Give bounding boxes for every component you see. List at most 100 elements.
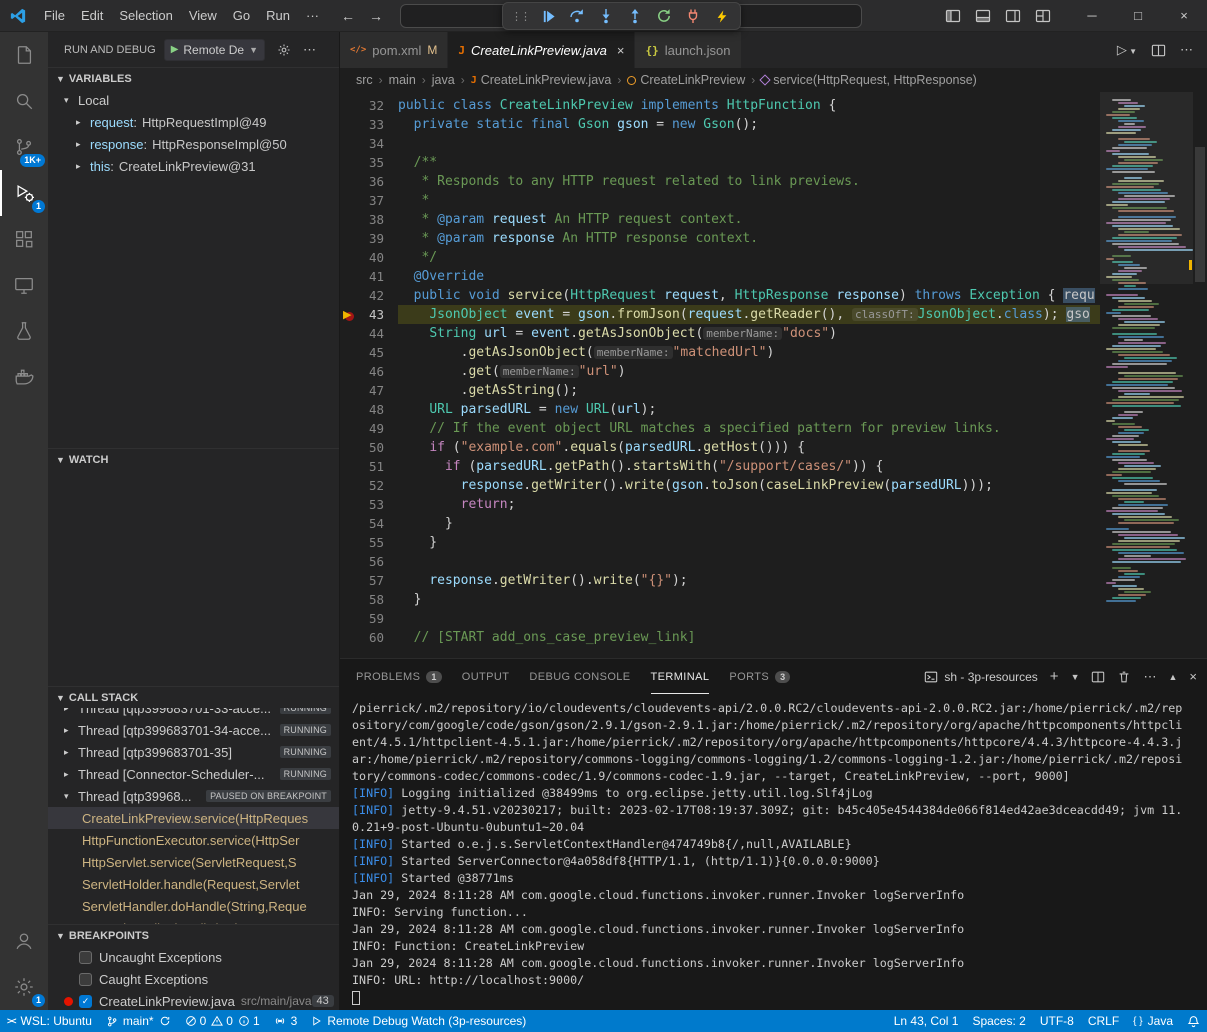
breakpoint-checkbox[interactable]: ✓ [79, 995, 92, 1008]
call-stack-frame[interactable]: HttpFunctionExecutor.service(HttpSer [48, 829, 339, 851]
debug-config-dropdown[interactable]: ▶ Remote De ▼ [164, 39, 265, 61]
gutter[interactable]: 51 [340, 459, 398, 474]
toggle-secondary-sidebar-icon[interactable] [1005, 8, 1021, 24]
gutter[interactable]: 44 [340, 326, 398, 341]
gutter[interactable]: 49 [340, 421, 398, 436]
breadcrumb-item[interactable]: CreateLinkPreview [627, 73, 745, 87]
cursor-position[interactable]: Ln 43, Col 1 [887, 1010, 966, 1032]
gutter[interactable]: 32 [340, 98, 398, 113]
variables-scope[interactable]: ▾Local [48, 89, 339, 111]
gutter[interactable]: 35 [340, 155, 398, 170]
code-line[interactable]: 38 * @param request An HTTP request cont… [340, 210, 1100, 229]
menu-run[interactable]: Run [258, 5, 298, 26]
code-line[interactable]: ▶43 JsonObject event = gson.fromJson(req… [340, 305, 1100, 324]
gutter[interactable]: 45 [340, 345, 398, 360]
menu-more[interactable]: ··· [298, 5, 327, 26]
kill-terminal-icon[interactable] [1117, 670, 1131, 684]
eol-status[interactable]: CRLF [1081, 1010, 1126, 1032]
gutter[interactable]: 33 [340, 117, 398, 132]
gutter[interactable]: 56 [340, 554, 398, 569]
call-stack-frame[interactable]: CreateLinkPreview.service(HttpReques [48, 807, 339, 829]
gutter[interactable]: 58 [340, 592, 398, 607]
panel-tab-terminal[interactable]: TERMINAL [651, 659, 710, 694]
activity-item-docker[interactable] [0, 354, 48, 400]
gutter[interactable]: 39 [340, 231, 398, 246]
terminal-output[interactable]: /pierrick/.m2/repository/io/cloudevents/… [340, 694, 1207, 1010]
variable-row[interactable]: ▸this:CreateLinkPreview@31 [48, 155, 339, 177]
activity-item-remote-explorer[interactable] [0, 262, 48, 308]
debug-settings-gear-icon[interactable] [277, 43, 291, 57]
maximize-button[interactable]: □ [1115, 0, 1161, 32]
code-line[interactable]: 37 * [340, 191, 1100, 210]
debug-restart-button[interactable] [654, 6, 674, 26]
call-stack-section-header[interactable]: ▼ CALL STACK [48, 686, 339, 708]
tab-pom.xml[interactable]: </>pom.xmlM [340, 32, 448, 68]
panel-tab-problems[interactable]: PROBLEMS1 [356, 659, 442, 694]
encoding-status[interactable]: UTF-8 [1033, 1010, 1081, 1032]
code-line[interactable]: 41 @Override [340, 267, 1100, 286]
editor-more-actions-icon[interactable]: ⋯ [1180, 42, 1193, 58]
code-line[interactable]: 35 /** [340, 153, 1100, 172]
activity-item-run-and-debug[interactable]: 1 [0, 170, 48, 216]
git-branch-status[interactable]: main* [99, 1010, 178, 1032]
debug-disconnect-button[interactable] [683, 6, 703, 26]
run-java-button[interactable]: ▷ ▼ [1117, 42, 1137, 58]
gutter[interactable]: 57 [340, 573, 398, 588]
code-line[interactable]: 40 */ [340, 248, 1100, 267]
breakpoint-checkbox[interactable] [79, 973, 92, 986]
tab-launch.json[interactable]: {}launch.json [635, 32, 741, 68]
breakpoint-row[interactable]: ✓CreateLinkPreview.javasrc/main/java43 [48, 990, 339, 1010]
editor-scrollbar[interactable] [1193, 92, 1207, 658]
remote-indicator[interactable]: >< WSL: Ubuntu [0, 1010, 99, 1032]
debug-continue-button[interactable] [538, 6, 558, 26]
menu-file[interactable]: File [36, 5, 73, 26]
breakpoint-checkbox[interactable] [79, 951, 92, 964]
close-button[interactable]: × [1161, 0, 1207, 32]
nav-forward-icon[interactable]: → [369, 8, 383, 24]
problems-status[interactable]: 0 0 1 [178, 1010, 267, 1032]
debug-step-into-button[interactable] [596, 6, 616, 26]
debug-step-out-button[interactable] [625, 6, 645, 26]
gutter[interactable]: 54 [340, 516, 398, 531]
debug-step-over-button[interactable] [567, 6, 587, 26]
code-line[interactable]: 49 // If the event object URL matches a … [340, 419, 1100, 438]
gutter[interactable]: 40 [340, 250, 398, 265]
scrollbar-thumb[interactable] [1195, 147, 1205, 282]
breadcrumb-item[interactable]: main [389, 73, 416, 87]
gutter[interactable]: 46 [340, 364, 398, 379]
breadcrumb-item[interactable]: JCreateLinkPreview.java [471, 73, 612, 87]
breakpoint-row[interactable]: Caught Exceptions [48, 968, 339, 990]
code-line[interactable]: 53 return; [340, 495, 1100, 514]
activity-item-search[interactable] [0, 78, 48, 124]
code-line[interactable]: 52 response.getWriter().write(gson.toJso… [340, 476, 1100, 495]
activity-item-testing[interactable] [0, 308, 48, 354]
menu-go[interactable]: Go [225, 5, 258, 26]
watch-section-header[interactable]: ▼ WATCH [48, 448, 339, 470]
code-line[interactable]: 54 } [340, 514, 1100, 533]
gutter[interactable]: 59 [340, 611, 398, 626]
forwarded-ports-status[interactable]: 3 [267, 1010, 305, 1032]
panel-more-actions-icon[interactable]: ⋯ [1143, 669, 1156, 685]
new-terminal-icon[interactable]: + [1050, 668, 1059, 685]
gutter[interactable]: 50 [340, 440, 398, 455]
maximize-panel-icon[interactable]: ▲ [1168, 672, 1177, 682]
gutter[interactable]: 36 [340, 174, 398, 189]
code-line[interactable]: 32public class CreateLinkPreview impleme… [340, 96, 1100, 115]
code-line[interactable]: 47 .getAsString(); [340, 381, 1100, 400]
gutter[interactable]: ▶43 [340, 307, 398, 322]
minimap-slider[interactable] [1100, 92, 1193, 284]
code-line[interactable]: 50 if ("example.com".equals(parsedURL.ge… [340, 438, 1100, 457]
code-line[interactable]: 42 public void service(HttpRequest reque… [340, 286, 1100, 305]
code-line[interactable]: 59 [340, 609, 1100, 628]
code-line[interactable]: 39 * @param response An HTTP response co… [340, 229, 1100, 248]
code-line[interactable]: 36 * Responds to any HTTP request relate… [340, 172, 1100, 191]
variable-row[interactable]: ▸request:HttpRequestImpl@49 [48, 111, 339, 133]
close-panel-icon[interactable]: × [1189, 669, 1197, 684]
call-stack-thread[interactable]: ▾Thread [qtp39968...PAUSED ON BREAKPOINT [48, 785, 339, 807]
code-line[interactable]: 60 // [START add_ons_case_preview_link] [340, 628, 1100, 647]
code-line[interactable]: 57 response.getWriter().write("{}"); [340, 571, 1100, 590]
gutter[interactable]: 53 [340, 497, 398, 512]
language-mode[interactable]: { }Java [1126, 1010, 1180, 1032]
activity-item-accounts[interactable] [0, 918, 48, 964]
start-debug-icon[interactable]: ▶ [171, 44, 179, 55]
